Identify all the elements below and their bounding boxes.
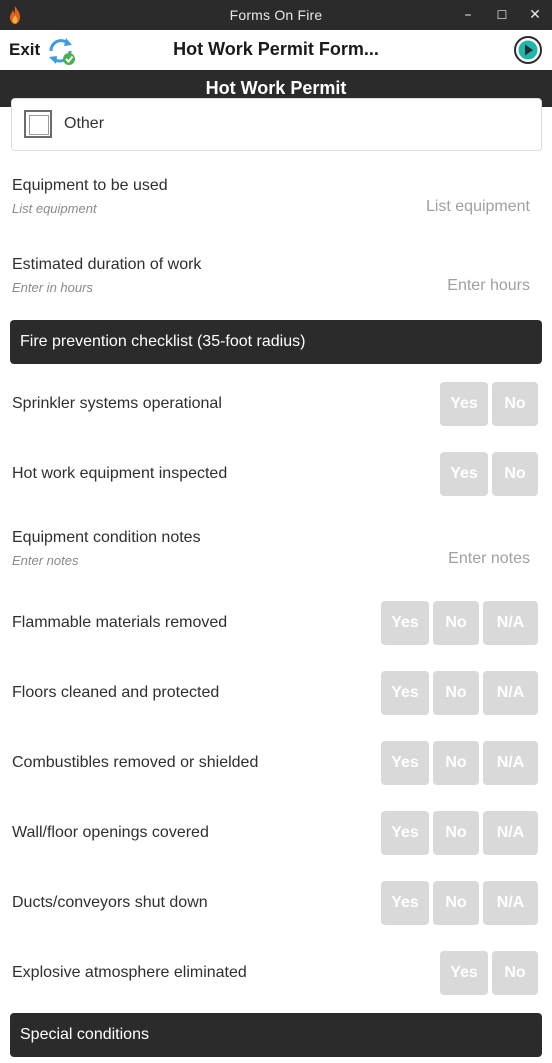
hot-work-equipment-yes-button[interactable]: Yes [440, 452, 488, 496]
exit-button[interactable]: Exit [9, 40, 40, 60]
close-button[interactable]: ✕ [518, 0, 552, 30]
other-option-label: Other [64, 115, 105, 132]
other-option-card[interactable]: Other [11, 98, 542, 151]
floors-yes-button[interactable]: Yes [381, 671, 429, 715]
flammable-no-button[interactable]: No [433, 601, 479, 645]
openings-question: Wall/floor openings covered [12, 824, 209, 841]
openings-na-button[interactable]: N/A [483, 811, 538, 855]
equipment-hint: List equipment [12, 201, 97, 216]
fire-prevention-section-header: Fire prevention checklist (35-foot radiu… [10, 320, 542, 364]
floors-question: Floors cleaned and protected [12, 684, 220, 701]
ducts-no-button[interactable]: No [433, 881, 479, 925]
form-title: Hot Work Permit Form... [173, 39, 379, 59]
notes-input[interactable] [290, 546, 530, 572]
hot-work-equipment-options: Yes No [440, 452, 538, 496]
maximize-button[interactable]: ☐ [485, 0, 519, 30]
next-arrow-icon[interactable] [513, 35, 543, 65]
flammable-yes-button[interactable]: Yes [381, 601, 429, 645]
explosive-question: Explosive atmosphere eliminated [12, 964, 247, 981]
sprinkler-yes-button[interactable]: Yes [440, 382, 488, 426]
openings-no-button[interactable]: No [433, 811, 479, 855]
openings-options: Yes No N/A [381, 811, 538, 855]
window-titlebar: Forms On Fire – ☐ ✕ [0, 0, 552, 30]
other-checkbox[interactable] [24, 110, 52, 138]
explosive-options: Yes No [440, 951, 538, 995]
duration-hint: Enter in hours [12, 280, 93, 295]
equipment-input[interactable] [290, 194, 530, 220]
hot-work-equipment-question: Hot work equipment inspected [12, 465, 228, 482]
explosive-yes-button[interactable]: Yes [440, 951, 488, 995]
combustibles-options: Yes No N/A [381, 741, 538, 785]
duration-input[interactable] [290, 273, 530, 299]
duration-label: Estimated duration of work [12, 256, 202, 273]
special-conditions-section-header: Special conditions [10, 1013, 542, 1057]
flammable-options: Yes No N/A [381, 601, 538, 645]
floors-options: Yes No N/A [381, 671, 538, 715]
sprinkler-question: Sprinkler systems operational [12, 395, 222, 412]
hot-work-equipment-no-button[interactable]: No [492, 452, 538, 496]
sprinkler-options: Yes No [440, 382, 538, 426]
minimize-button[interactable]: – [451, 0, 485, 30]
notes-hint: Enter notes [12, 553, 79, 568]
floors-no-button[interactable]: No [433, 671, 479, 715]
combustibles-no-button[interactable]: No [433, 741, 479, 785]
combustibles-question: Combustibles removed or shielded [12, 754, 259, 771]
sprinkler-no-button[interactable]: No [492, 382, 538, 426]
floors-na-button[interactable]: N/A [483, 671, 538, 715]
flammable-na-button[interactable]: N/A [483, 601, 538, 645]
ducts-options: Yes No N/A [381, 881, 538, 925]
sync-icon[interactable] [45, 36, 77, 66]
openings-yes-button[interactable]: Yes [381, 811, 429, 855]
explosive-no-button[interactable]: No [492, 951, 538, 995]
ducts-question: Ducts/conveyors shut down [12, 894, 208, 911]
equipment-label: Equipment to be used [12, 177, 168, 194]
app-header: Exit Hot Work Permit Form... [0, 30, 552, 70]
ducts-yes-button[interactable]: Yes [381, 881, 429, 925]
ducts-na-button[interactable]: N/A [483, 881, 538, 925]
combustibles-yes-button[interactable]: Yes [381, 741, 429, 785]
combustibles-na-button[interactable]: N/A [483, 741, 538, 785]
notes-label: Equipment condition notes [12, 529, 201, 546]
flammable-question: Flammable materials removed [12, 614, 228, 631]
